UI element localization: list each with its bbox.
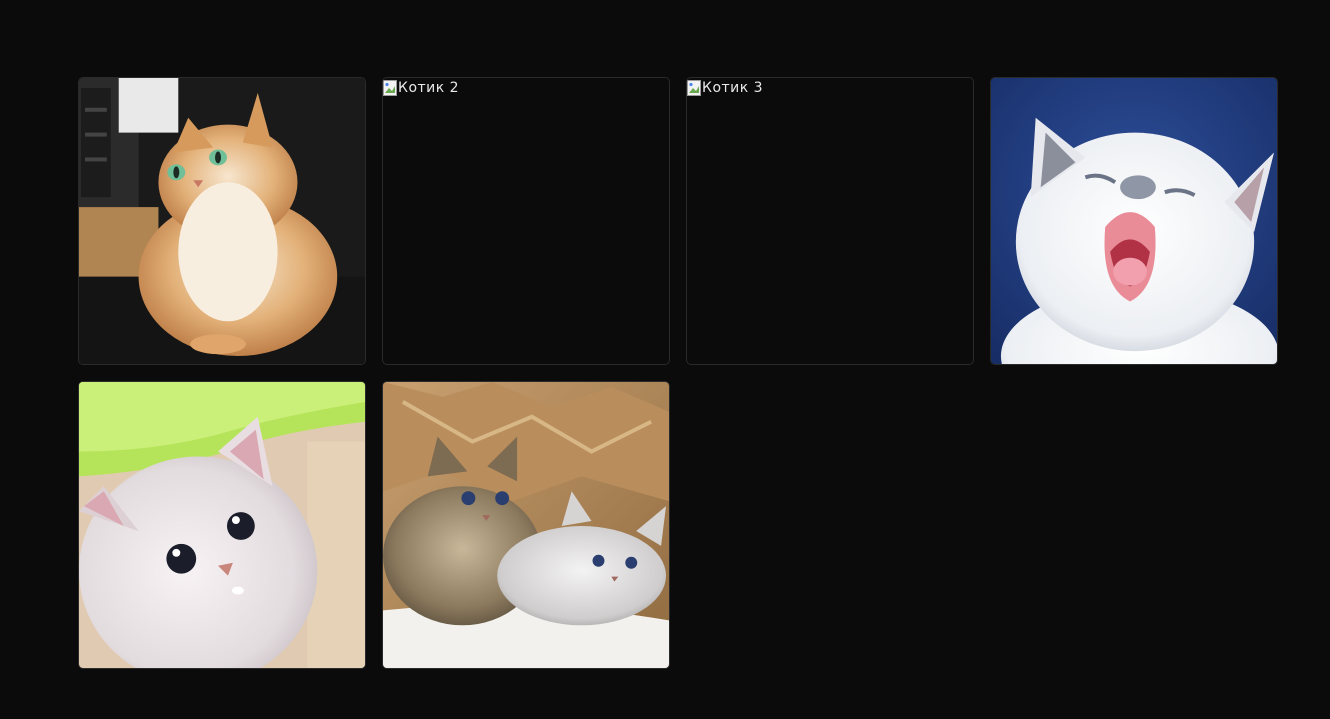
cat-image-4[interactable] <box>990 77 1278 365</box>
broken-image-icon <box>687 80 701 96</box>
broken-image-icon <box>383 80 397 96</box>
broken-image-placeholder: Котик 3 <box>687 80 763 96</box>
image-alt-text: Котик 3 <box>702 80 764 96</box>
cat-image-1[interactable] <box>78 77 366 365</box>
white-kitten-photo <box>79 382 365 668</box>
broken-image-placeholder: Котик 2 <box>383 80 459 96</box>
cat-image-6[interactable] <box>382 381 670 669</box>
kittens-in-bag-photo <box>383 382 669 668</box>
yawning-kitten-photo <box>991 78 1277 364</box>
cat-image-2[interactable]: Котик 2 <box>382 77 670 365</box>
cat-gallery: Котик 2 Котик 3 <box>78 77 1278 669</box>
cat-image-5[interactable] <box>78 381 366 669</box>
ginger-cat-photo <box>79 78 365 364</box>
cat-image-3[interactable]: Котик 3 <box>686 77 974 365</box>
image-alt-text: Котик 2 <box>398 80 460 96</box>
